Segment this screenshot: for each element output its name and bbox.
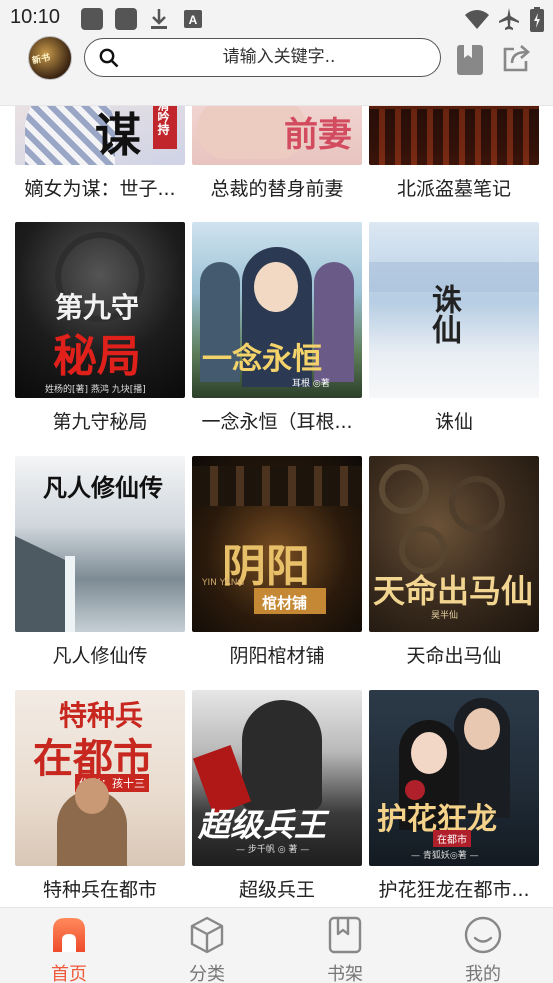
avatar[interactable]: 新书 <box>28 36 72 80</box>
book-title[interactable]: 超级兵王 <box>186 875 368 902</box>
cover-title: 超级兵王 <box>198 806 327 844</box>
book-cover[interactable] <box>369 106 539 165</box>
book-title[interactable]: 总裁的替身前妻 <box>186 174 368 201</box>
book-title[interactable]: 一念永恒（耳根... <box>186 407 368 434</box>
cover-title: 凡人修仙传 <box>43 473 163 502</box>
category-cube-icon <box>190 916 224 954</box>
book-cover[interactable]: 护花狂龙 在都市 — 青狐妖◎著 — <box>369 690 539 866</box>
bookmark-icon[interactable] <box>456 44 484 76</box>
book-cover[interactable]: 第九守 秘局 姓杨的[著] 燕鸿 九块[播] <box>15 222 185 398</box>
cover-title-2: 在都市 <box>433 830 471 847</box>
cover-title: 前妻 <box>284 115 352 155</box>
cover-author: YIN YANG <box>202 578 245 588</box>
search-input[interactable] <box>129 39 429 75</box>
cover-author: 姓杨的[著] 燕鸿 九块[播] <box>45 385 146 395</box>
profile-smile-icon <box>464 916 502 954</box>
book-cover[interactable]: 凡人修仙传 <box>15 456 185 632</box>
nav-label: 首页 <box>51 964 87 983</box>
search-icon <box>99 48 119 68</box>
notification-square-icon <box>115 8 137 30</box>
nav-label: 我的 <box>465 964 501 983</box>
book-title[interactable]: 特种兵在都市 <box>9 875 191 902</box>
top-app-bar: 新书 <box>0 36 553 106</box>
wifi-icon <box>465 10 489 29</box>
cover-title: 一念永恒 <box>202 342 322 377</box>
home-icon <box>53 918 85 952</box>
book-title[interactable]: 诛仙 <box>363 407 545 434</box>
cover-subtitle: 清吟持 <box>156 106 170 135</box>
book-cover[interactable]: 诛仙 <box>369 222 539 398</box>
book-title[interactable]: 第九守秘局 <box>9 407 191 434</box>
book-cover[interactable]: 天命出马仙 昊半仙 <box>369 456 539 632</box>
a-badge-icon: A <box>184 10 202 28</box>
book-cover[interactable]: 超级兵王 — 步千帆 ◎ 著 — <box>192 690 362 866</box>
bookshelf-icon <box>328 916 362 954</box>
book-title[interactable]: 护花狂龙在都市... <box>363 875 545 902</box>
status-bar: 10:10 A <box>0 0 553 36</box>
bottom-navigation: 首页 分类 书架 我的 <box>0 907 553 983</box>
svg-text:A: A <box>189 13 198 27</box>
status-time: 10:10 <box>10 6 61 28</box>
cover-title: 谋 <box>95 108 141 162</box>
cover-author: — 步千帆 ◎ 著 — <box>236 845 310 855</box>
share-icon[interactable] <box>501 44 531 74</box>
nav-label: 分类 <box>189 964 225 983</box>
book-title[interactable]: 凡人修仙传 <box>9 641 191 668</box>
book-cover[interactable]: 前妻 <box>192 106 362 165</box>
cover-title-2: 秘局 <box>53 331 141 382</box>
book-title[interactable]: 北派盗墓笔记 <box>363 174 545 201</box>
book-cover[interactable]: 阴阳 棺材铺 YIN YANG <box>192 456 362 632</box>
book-title[interactable]: 阴阳棺材铺 <box>186 641 368 668</box>
nav-item-bookshelf[interactable]: 书架 <box>276 908 414 983</box>
book-title[interactable]: 嫡女为谋：世子... <box>9 174 191 201</box>
nav-label: 书架 <box>327 964 363 983</box>
nav-item-category[interactable]: 分类 <box>138 908 276 983</box>
nav-item-home[interactable]: 首页 <box>0 908 138 983</box>
cover-author: — 青狐妖◎著 — <box>411 851 479 861</box>
nav-item-profile[interactable]: 我的 <box>414 908 552 983</box>
book-grid: 谋 清吟持 嫡女为谋：世子... 前妻 总裁的替身前妻 北派盗墓笔记 第九守 秘… <box>0 106 553 907</box>
cover-title: 诛仙 <box>426 284 461 344</box>
notification-square-icon <box>81 8 103 30</box>
cover-title-2: 棺材铺 <box>262 594 308 612</box>
book-title[interactable]: 天命出马仙 <box>363 641 545 668</box>
cover-author: 昊半仙 <box>431 611 459 621</box>
battery-icon <box>530 7 544 32</box>
cover-author: 耳根 ◎著 <box>292 379 330 389</box>
cover-title: 天命出马仙 <box>373 572 534 610</box>
avatar-label: 新书 <box>31 53 52 67</box>
book-cover[interactable]: 一念永恒 耳根 ◎著 <box>192 222 362 398</box>
book-cover[interactable]: 特种兵 在都市 作者：孩十三 <box>15 690 185 866</box>
search-box[interactable] <box>84 38 441 77</box>
book-cover[interactable]: 谋 清吟持 <box>15 106 185 165</box>
airplane-icon <box>499 8 519 30</box>
download-icon <box>151 9 167 29</box>
